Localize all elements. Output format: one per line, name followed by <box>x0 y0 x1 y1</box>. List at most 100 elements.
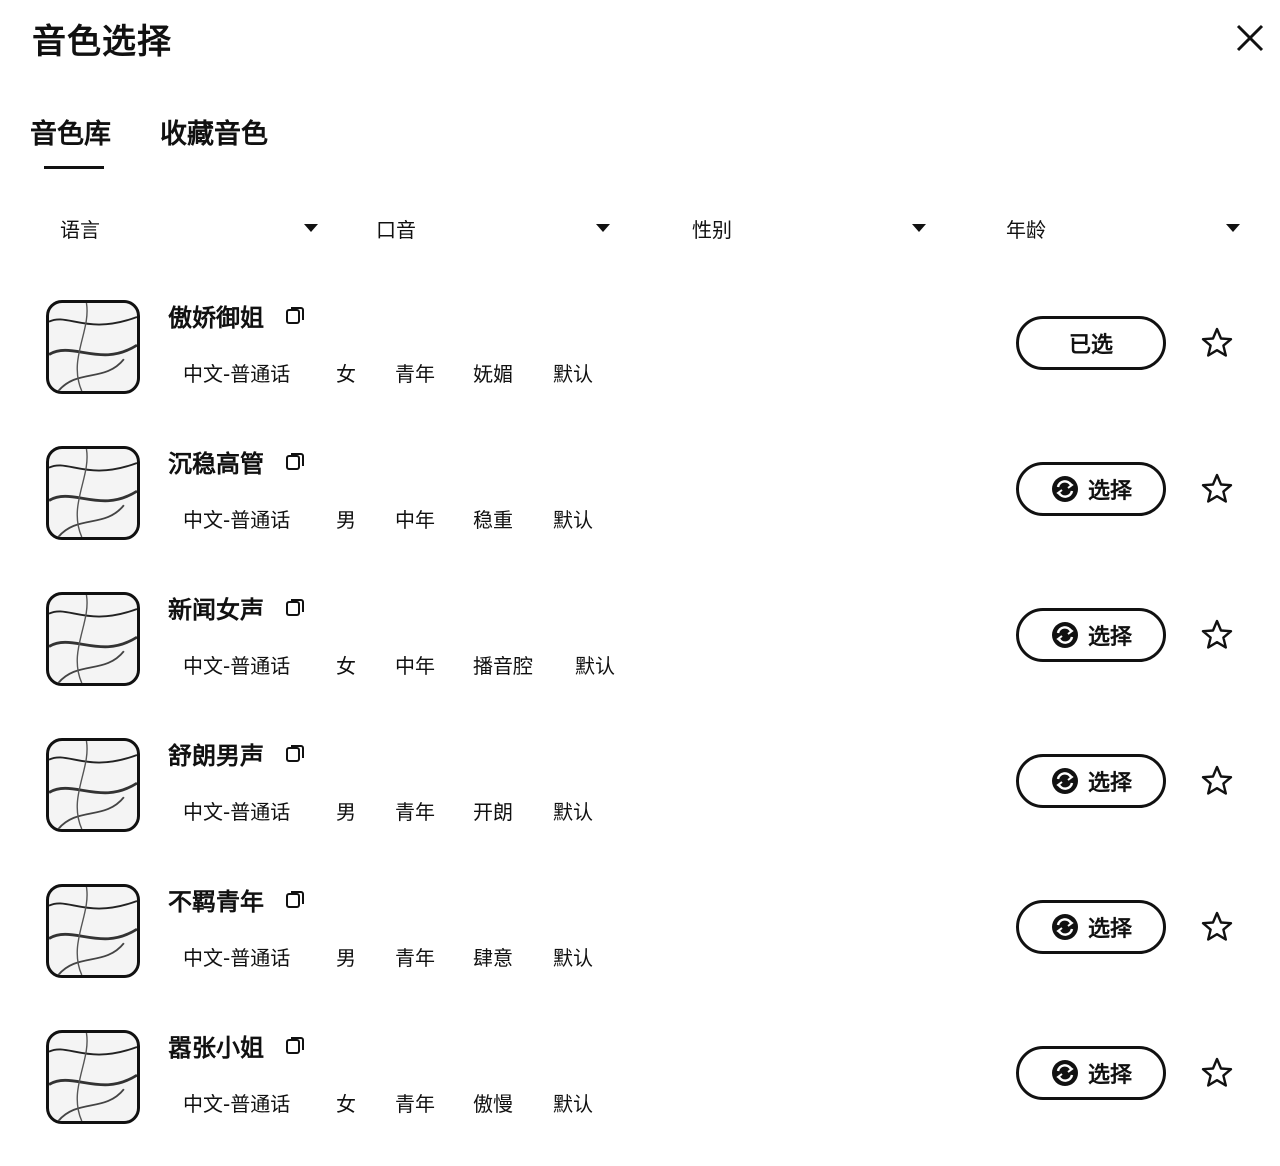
voice-avatar <box>46 446 140 540</box>
select-button-label: 已选 <box>1068 333 1113 358</box>
voice-tag: 妩媚 <box>473 362 513 386</box>
star-icon[interactable] <box>1200 472 1234 506</box>
voice-tag: 女 <box>336 654 356 678</box>
filter-label: 年龄 <box>1006 218 1046 242</box>
chevron-down-icon <box>1226 224 1240 232</box>
voice-name: 不羁青年 <box>168 888 264 916</box>
filter-accent[interactable]: 口音 <box>376 208 612 248</box>
star-icon[interactable] <box>1200 618 1234 652</box>
voice-tag: 男 <box>336 508 356 532</box>
select-voice-button[interactable]: 选择 <box>1016 900 1166 954</box>
voice-row: 嚣张小姐 中文-普通话 女 青年 傲慢 默认 选择 <box>0 1022 1280 1162</box>
filter-label: 口音 <box>376 218 416 242</box>
voice-tag: 傲慢 <box>473 1092 513 1116</box>
marble-avatar-image <box>49 303 137 391</box>
voice-tag: 男 <box>336 800 356 824</box>
copy-icon[interactable] <box>284 304 306 326</box>
voice-tag: 中文-普通话 <box>183 362 291 386</box>
voice-tag: 默认 <box>553 800 593 824</box>
star-icon[interactable] <box>1200 1056 1234 1090</box>
select-button-label: 选择 <box>1087 771 1132 796</box>
select-button-label: 选择 <box>1087 1063 1132 1088</box>
voice-avatar <box>46 884 140 978</box>
voice-row: 舒朗男声 中文-普通话 男 青年 开朗 默认 选择 <box>0 730 1280 870</box>
chevron-down-icon <box>596 224 610 232</box>
copy-icon[interactable] <box>284 1034 306 1056</box>
swap-icon <box>1051 476 1078 502</box>
voice-tag: 默认 <box>553 508 593 532</box>
voice-tag: 默认 <box>553 1092 593 1116</box>
chevron-down-icon <box>912 224 926 232</box>
voice-name: 新闻女声 <box>168 596 264 624</box>
voice-tag: 开朗 <box>473 800 513 824</box>
marble-avatar-image <box>49 1033 137 1121</box>
voice-tag: 青年 <box>395 800 435 824</box>
star-icon[interactable] <box>1200 910 1234 944</box>
copy-icon[interactable] <box>284 450 306 472</box>
chevron-down-icon <box>304 224 318 232</box>
tab-voice-library[interactable]: 音色库 <box>30 112 111 151</box>
voice-avatar <box>46 1030 140 1124</box>
voice-tag: 稳重 <box>473 508 513 532</box>
voice-avatar <box>46 592 140 686</box>
voice-row: 沉稳高管 中文-普通话 男 中年 稳重 默认 选择 <box>0 438 1280 578</box>
voice-tag: 中文-普通话 <box>183 800 291 824</box>
voice-tag: 中文-普通话 <box>183 508 291 532</box>
marble-avatar-image <box>49 595 137 683</box>
voice-tag: 默认 <box>575 654 615 678</box>
select-voice-button[interactable]: 选择 <box>1016 754 1166 808</box>
select-button-label: 选择 <box>1087 479 1132 504</box>
swap-icon <box>1051 768 1078 794</box>
voice-name: 嚣张小姐 <box>168 1034 264 1062</box>
voice-tag: 中文-普通话 <box>183 946 291 970</box>
voice-row: 不羁青年 中文-普通话 男 青年 肆意 默认 选择 <box>0 876 1280 1016</box>
select-voice-button[interactable]: 已选 <box>1016 316 1166 370</box>
swap-icon <box>1051 914 1078 940</box>
swap-icon <box>1051 1060 1078 1086</box>
voice-avatar <box>46 300 140 394</box>
filter-language[interactable]: 语言 <box>60 208 320 248</box>
marble-avatar-image <box>49 449 137 537</box>
voice-name: 舒朗男声 <box>168 742 264 770</box>
select-button-label: 选择 <box>1087 625 1132 650</box>
voice-name: 傲娇御姐 <box>168 304 264 332</box>
voice-tag: 青年 <box>395 1092 435 1116</box>
star-icon[interactable] <box>1200 764 1234 798</box>
voice-tag: 女 <box>336 1092 356 1116</box>
select-voice-button[interactable]: 选择 <box>1016 608 1166 662</box>
voice-avatar <box>46 738 140 832</box>
voice-tag: 默认 <box>553 946 593 970</box>
close-icon[interactable] <box>1232 20 1268 56</box>
filter-gender[interactable]: 性别 <box>692 208 928 248</box>
voice-tag: 男 <box>336 946 356 970</box>
filter-label: 性别 <box>692 218 732 242</box>
voice-tag: 中年 <box>395 508 435 532</box>
voice-tag: 中文-普通话 <box>183 1092 291 1116</box>
swap-icon <box>1051 622 1078 648</box>
marble-avatar-image <box>49 887 137 975</box>
select-button-label: 选择 <box>1087 917 1132 942</box>
select-voice-button[interactable]: 选择 <box>1016 1046 1166 1100</box>
voice-tag: 播音腔 <box>473 654 533 678</box>
select-voice-button[interactable]: 选择 <box>1016 462 1166 516</box>
marble-avatar-image <box>49 741 137 829</box>
copy-icon[interactable] <box>284 888 306 910</box>
voice-tag: 中年 <box>395 654 435 678</box>
voice-row: 傲娇御姐 中文-普通话 女 青年 妩媚 默认 已选 <box>0 292 1280 432</box>
voice-tag: 青年 <box>395 362 435 386</box>
voice-tag: 默认 <box>553 362 593 386</box>
voice-tag: 女 <box>336 362 356 386</box>
filter-age[interactable]: 年龄 <box>1006 208 1242 248</box>
filter-label: 语言 <box>60 218 100 242</box>
tab-favorite-voices[interactable]: 收藏音色 <box>160 112 268 151</box>
copy-icon[interactable] <box>284 742 306 764</box>
voice-tag: 肆意 <box>473 946 513 970</box>
voice-tag: 青年 <box>395 946 435 970</box>
star-icon[interactable] <box>1200 326 1234 360</box>
dialog-title: 音色选择 <box>32 22 172 62</box>
active-tab-indicator <box>44 166 104 169</box>
voice-name: 沉稳高管 <box>168 450 264 478</box>
voice-tag: 中文-普通话 <box>183 654 291 678</box>
copy-icon[interactable] <box>284 596 306 618</box>
voice-row: 新闻女声 中文-普通话 女 中年 播音腔 默认 选择 <box>0 584 1280 724</box>
